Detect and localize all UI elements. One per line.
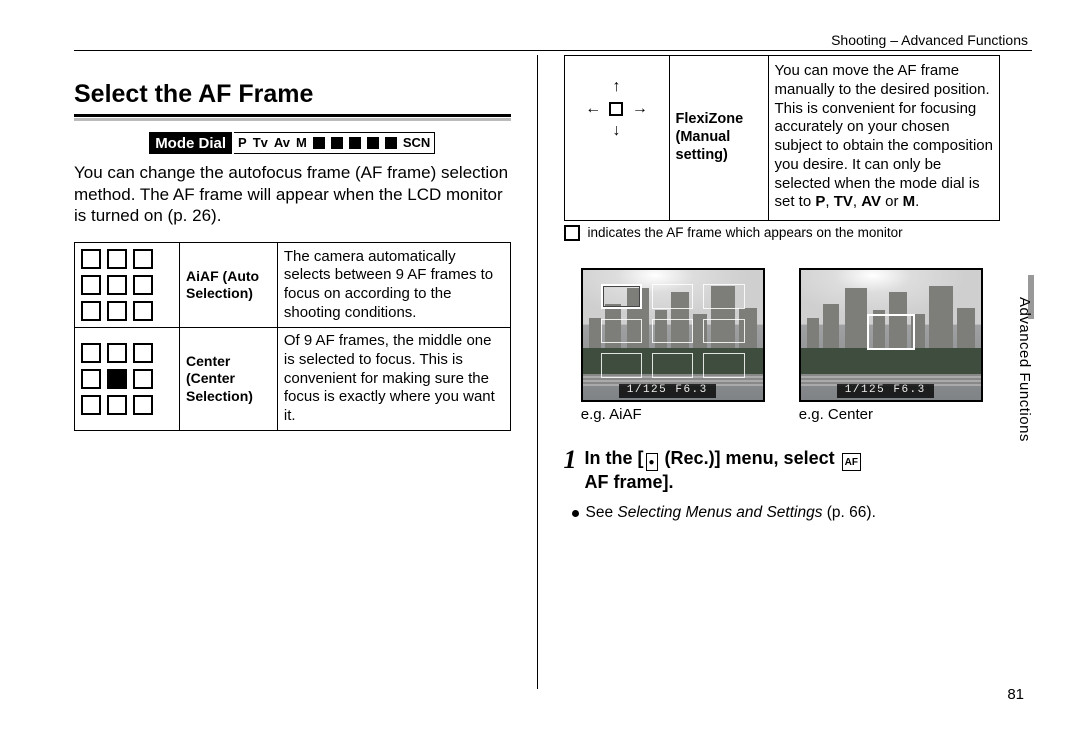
mode-dial-label: Mode Dial: [149, 132, 232, 154]
osd-text: 1/125 F6.3: [619, 384, 716, 398]
breadcrumb: Shooting – Advanced Functions: [831, 32, 1028, 50]
right-column: ↑ ← → ↓ FlexiZone (Manual setting) You ca…: [564, 55, 1001, 689]
arrow-right-icon: →: [632, 99, 648, 119]
mode-icon: [331, 137, 343, 149]
manual-page: Shooting – Advanced Functions Advanced F…: [0, 0, 1080, 729]
af-mode-name: Center (Center Selection): [180, 328, 278, 431]
header-rule: [74, 50, 1032, 51]
mode-icon: [349, 137, 361, 149]
osd-text: 1/125 F6.3: [837, 384, 934, 398]
step-subnote: See Selecting Menus and Settings (p. 66)…: [564, 503, 1001, 522]
example-center: 1/125 F6.3 e.g. Center: [799, 268, 983, 425]
af-frame-icon: AF: [842, 453, 861, 471]
flexizone-row: ↑ ← → ↓ FlexiZone (Manual setting) You ca…: [564, 55, 1001, 221]
section-tab: Advanced Functions: [1014, 275, 1034, 470]
example-caption: e.g. AiAF: [581, 406, 765, 425]
dpad-icon: ↑ ← → ↓: [564, 56, 670, 220]
example-photos: 1/125 F6.3 e.g. AiAF 1/125: [564, 268, 1001, 425]
af-center-square-icon: [609, 102, 623, 116]
flexizone-desc: You can move the AF frame manually to th…: [769, 56, 1001, 220]
table-row: Center (Center Selection) Of 9 AF frames…: [75, 328, 511, 431]
left-column: Select the AF Frame Mode Dial P Tv Av M …: [74, 55, 511, 689]
example-aiaf: 1/125 F6.3 e.g. AiAF: [581, 268, 765, 425]
mode-icon: [313, 137, 325, 149]
table-row: AiAF (Auto Selection) The camera automat…: [75, 243, 511, 328]
arrow-left-icon: ←: [585, 99, 601, 119]
page-number: 81: [1007, 686, 1024, 705]
af-grid-aiaf: [75, 243, 180, 328]
af-mode-desc: The camera automatically selects between…: [277, 243, 510, 328]
arrow-down-icon: ↓: [612, 121, 620, 141]
step-1: 1 In the [● (Rec.)] menu, select AF AF f…: [564, 447, 1001, 495]
column-divider: [537, 55, 538, 689]
step-number: 1: [564, 447, 577, 495]
title-rule: [74, 114, 511, 120]
intro-paragraph: You can change the autofocus frame (AF f…: [74, 162, 511, 226]
af-grid-center: [75, 328, 180, 431]
mode-icon: [385, 137, 397, 149]
af-mode-name: AiAF (Auto Selection): [180, 243, 278, 328]
af-square-icon: [564, 225, 580, 241]
af-mode-desc: Of 9 AF frames, the middle one is select…: [277, 328, 510, 431]
mode-dial-strip: Mode Dial P Tv Av M SCN: [74, 132, 511, 154]
example-photo: 1/125 F6.3: [799, 268, 983, 402]
rec-menu-icon: ●: [646, 453, 658, 471]
step-text: In the [● (Rec.)] menu, select AF AF fra…: [585, 447, 863, 495]
af-mode-table: AiAF (Auto Selection) The camera automat…: [74, 242, 511, 431]
example-photo: 1/125 F6.3: [581, 268, 765, 402]
mode-dial-modes: P Tv Av M SCN: [234, 132, 435, 154]
flexizone-name: FlexiZone (Manual setting): [670, 56, 769, 220]
arrow-up-icon: ↑: [612, 77, 620, 97]
af-frame-footnote: indicates the AF frame which appears on …: [564, 225, 1001, 242]
example-caption: e.g. Center: [799, 406, 983, 425]
page-title: Select the AF Frame: [74, 79, 511, 110]
mode-icon: [367, 137, 379, 149]
